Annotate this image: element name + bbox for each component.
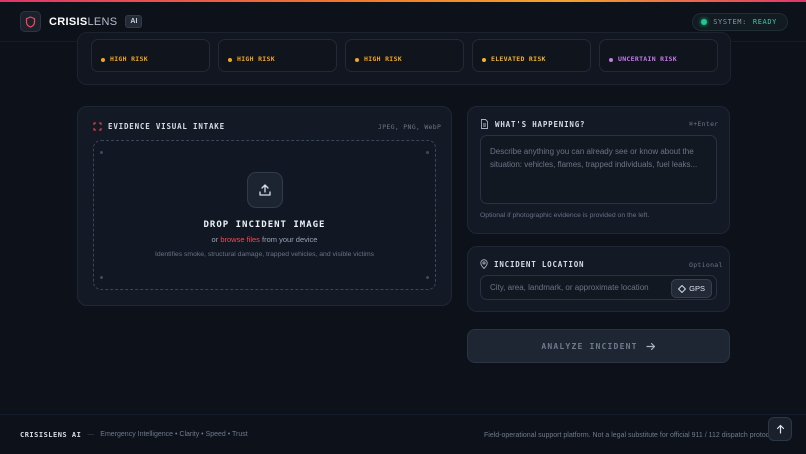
location-input[interactable]: City, area, landmark, or approximate loc… xyxy=(480,275,717,300)
risk-dot xyxy=(609,58,613,62)
accepted-formats: JPEG, PNG, WebP xyxy=(378,123,442,131)
document-icon xyxy=(481,119,488,129)
risk-card[interactable]: HIGH RISK xyxy=(218,39,337,72)
arrow-up-icon[interactable] xyxy=(768,417,792,441)
status-label: SYSTEM: xyxy=(713,17,747,26)
situation-textarea[interactable]: Describe anything you can already see or… xyxy=(480,135,717,204)
risk-dot xyxy=(228,58,232,62)
analyze-incident-button[interactable]: ANALYZE INCIDENT xyxy=(467,329,730,363)
map-pin-icon xyxy=(480,259,488,269)
ai-badge: AI xyxy=(125,15,143,28)
corner-dot xyxy=(426,151,429,154)
risk-summary-panel: HIGH RISK HIGH RISK HIGH RISK ELEVATED R… xyxy=(77,32,731,85)
risk-label: ELEVATED RISK xyxy=(491,55,546,63)
browse-files-link[interactable]: browse files xyxy=(220,235,260,244)
risk-label: HIGH RISK xyxy=(237,55,275,63)
risk-card[interactable]: HIGH RISK xyxy=(345,39,464,72)
risk-card[interactable]: ELEVATED RISK xyxy=(472,39,591,72)
footer-disclaimer: Field-operational support platform. Not … xyxy=(484,432,781,439)
risk-dot xyxy=(482,58,486,62)
location-placeholder: City, area, landmark, or approximate loc… xyxy=(490,283,649,292)
shield-icon xyxy=(20,11,41,32)
gps-button[interactable]: GPS xyxy=(671,279,712,298)
system-status: SYSTEM: READY xyxy=(692,12,788,31)
corner-dot xyxy=(100,151,103,154)
brand-name: CRISISLENS xyxy=(49,15,118,28)
footer-separator: — xyxy=(87,431,95,438)
risk-card[interactable]: HIGH RISK xyxy=(91,39,210,72)
status-dot xyxy=(701,18,708,25)
upload-icon[interactable] xyxy=(246,172,283,208)
corner-dot xyxy=(426,276,429,279)
risk-label: UNCERTAIN RISK xyxy=(618,55,677,63)
crosshair-icon xyxy=(678,284,687,293)
evidence-title: EVIDENCE VISUAL INTAKE xyxy=(93,122,225,131)
image-drop-zone[interactable]: DROP INCIDENT IMAGE or browse files from… xyxy=(93,140,436,290)
risk-dot xyxy=(355,58,359,62)
status-value: READY xyxy=(752,17,777,26)
footer-tagline: Emergency Intelligence • Clarity • Speed… xyxy=(100,431,248,438)
optional-note: Optional if photographic evidence is pro… xyxy=(480,212,650,219)
drop-title: DROP INCIDENT IMAGE xyxy=(203,220,326,230)
footer-brand: CRISISLENS AI xyxy=(20,430,82,439)
app-footer: CRISISLENS AI — Emergency Intelligence •… xyxy=(0,414,806,454)
location-title: INCIDENT LOCATION xyxy=(480,259,584,269)
risk-card[interactable]: UNCERTAIN RISK xyxy=(599,39,718,72)
corner-dot xyxy=(100,276,103,279)
happening-title: WHAT'S HAPPENING? xyxy=(480,119,585,129)
risk-dot xyxy=(101,58,105,62)
drop-description: Identifies smoke, structural damage, tra… xyxy=(154,251,375,258)
brand[interactable]: CRISISLENS AI xyxy=(20,11,143,32)
scan-icon xyxy=(93,122,102,131)
location-optional: Optional xyxy=(689,261,723,269)
risk-label: HIGH RISK xyxy=(110,55,148,63)
drop-subtitle: or browse files from your device xyxy=(211,235,318,244)
submit-shortcut: ⌘+Enter xyxy=(689,120,719,128)
arrow-right-icon xyxy=(646,342,655,350)
risk-label: HIGH RISK xyxy=(364,55,402,63)
